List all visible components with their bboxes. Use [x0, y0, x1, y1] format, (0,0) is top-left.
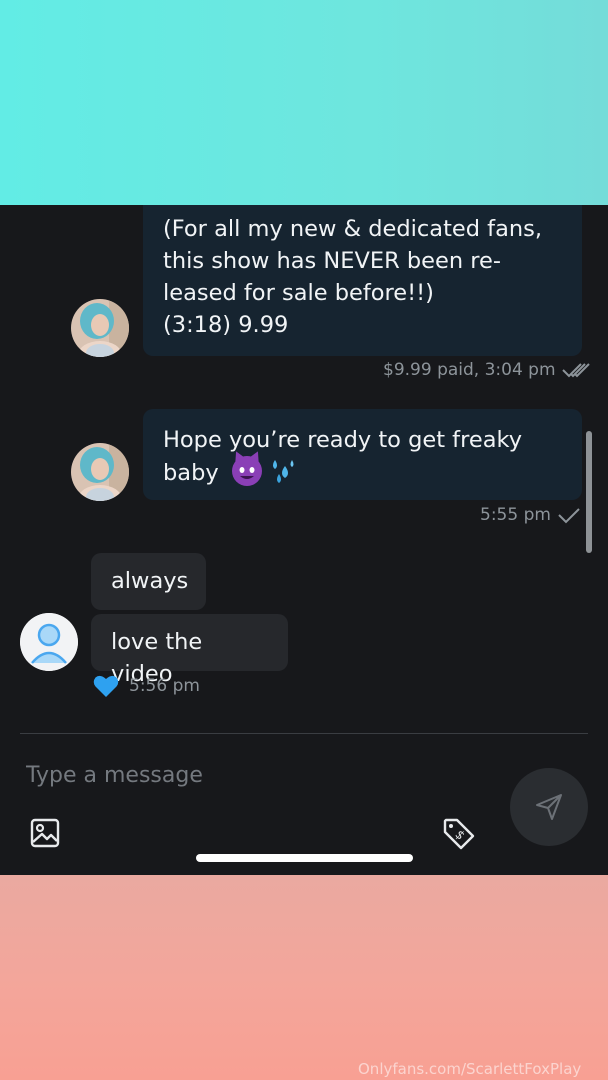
- message-bubble-incoming[interactable]: Hope you’re ready to get freaky baby: [143, 409, 582, 500]
- home-indicator[interactable]: [196, 854, 413, 862]
- message-bubble-own[interactable]: love the video: [91, 614, 288, 687]
- scrollbar[interactable]: [586, 431, 592, 553]
- message-meta: 5:55 pm: [480, 505, 581, 525]
- creator-avatar[interactable]: [71, 443, 129, 501]
- message-line: Hope you’re ready to get freaky: [163, 427, 523, 453]
- message-meta: 5:56 pm: [93, 674, 200, 698]
- message-bubble-incoming[interactable]: (For all my new & dedicated fans, this s…: [143, 205, 582, 356]
- creator-avatar-image: [71, 443, 129, 501]
- user-avatar[interactable]: [20, 613, 78, 671]
- message-text: baby: [163, 460, 219, 486]
- chat-screen: (For all my new & dedicated fans, this s…: [0, 205, 608, 875]
- composer-divider: [20, 733, 588, 734]
- default-user-avatar-icon: [20, 613, 78, 671]
- send-icon: [536, 794, 562, 820]
- message-input[interactable]: [26, 763, 486, 788]
- message-text: always: [111, 568, 189, 594]
- top-background-band: [0, 0, 608, 205]
- price-tag-icon[interactable]: $: [441, 816, 477, 852]
- smiling-devil-emoji: [231, 456, 262, 486]
- creator-avatar-image: [71, 299, 129, 357]
- sweat-droplets-emoji: [272, 460, 294, 483]
- message-line-with-emoji: baby: [163, 456, 562, 489]
- message-line: this show has NEVER been re-: [163, 248, 501, 274]
- message-line: (For all my new & dedicated fans,: [163, 216, 543, 242]
- bottom-background-band: Onlyfans.com/ScarlettFoxPlay: [0, 875, 608, 1080]
- double-check-icon: [561, 363, 590, 378]
- heart-icon[interactable]: [93, 674, 119, 698]
- send-button[interactable]: [510, 768, 588, 846]
- message-meta-text: 5:55 pm: [480, 505, 551, 525]
- message-meta-text: $9.99 paid, 3:04 pm: [383, 360, 556, 380]
- message-line: leased for sale before!!): [163, 280, 434, 306]
- message-line: (3:18) 9.99: [163, 312, 289, 338]
- message-meta: $9.99 paid, 3:04 pm: [383, 360, 590, 380]
- message-bubble-own[interactable]: always: [91, 553, 206, 610]
- image-icon[interactable]: [29, 817, 61, 849]
- watermark: Onlyfans.com/ScarlettFoxPlay: [358, 1060, 582, 1078]
- creator-avatar[interactable]: [71, 299, 129, 357]
- message-meta-text: 5:56 pm: [129, 676, 200, 696]
- check-icon: [558, 508, 580, 524]
